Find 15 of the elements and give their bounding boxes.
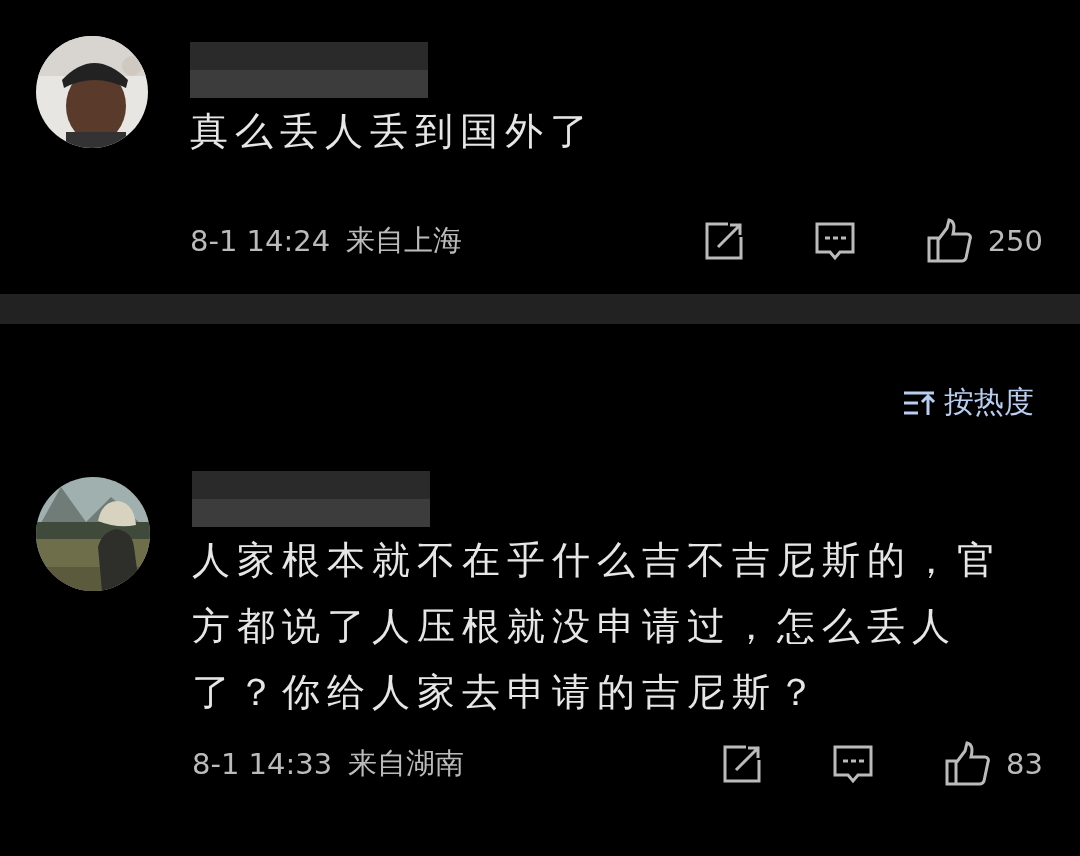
comment-location: 来自湖南: [348, 745, 466, 782]
comment-icon[interactable]: [832, 744, 875, 784]
thumbs-up-icon[interactable]: [944, 741, 991, 787]
comment-text: 人家根本就不在乎什么吉不吉尼斯的，官方都说了人压根就没申请过，怎么丢人了？你给人家去申请的吉尼斯？: [192, 537, 1003, 716]
comment-icon[interactable]: [813, 221, 856, 261]
comment-time: 8-1 14:24: [190, 224, 331, 258]
share-icon[interactable]: [703, 221, 744, 261]
comment-location: 来自上海: [346, 222, 464, 259]
thumbs-up-icon[interactable]: [925, 218, 972, 264]
like-count: 250: [987, 224, 1043, 258]
comment-time: 8-1 14:33: [192, 747, 333, 781]
share-icon[interactable]: [722, 744, 763, 784]
like-count: 83: [1006, 747, 1043, 781]
sort-button[interactable]: 按热度: [902, 382, 1034, 423]
comment-text: 真么丢人丢到国外了: [190, 108, 596, 155]
